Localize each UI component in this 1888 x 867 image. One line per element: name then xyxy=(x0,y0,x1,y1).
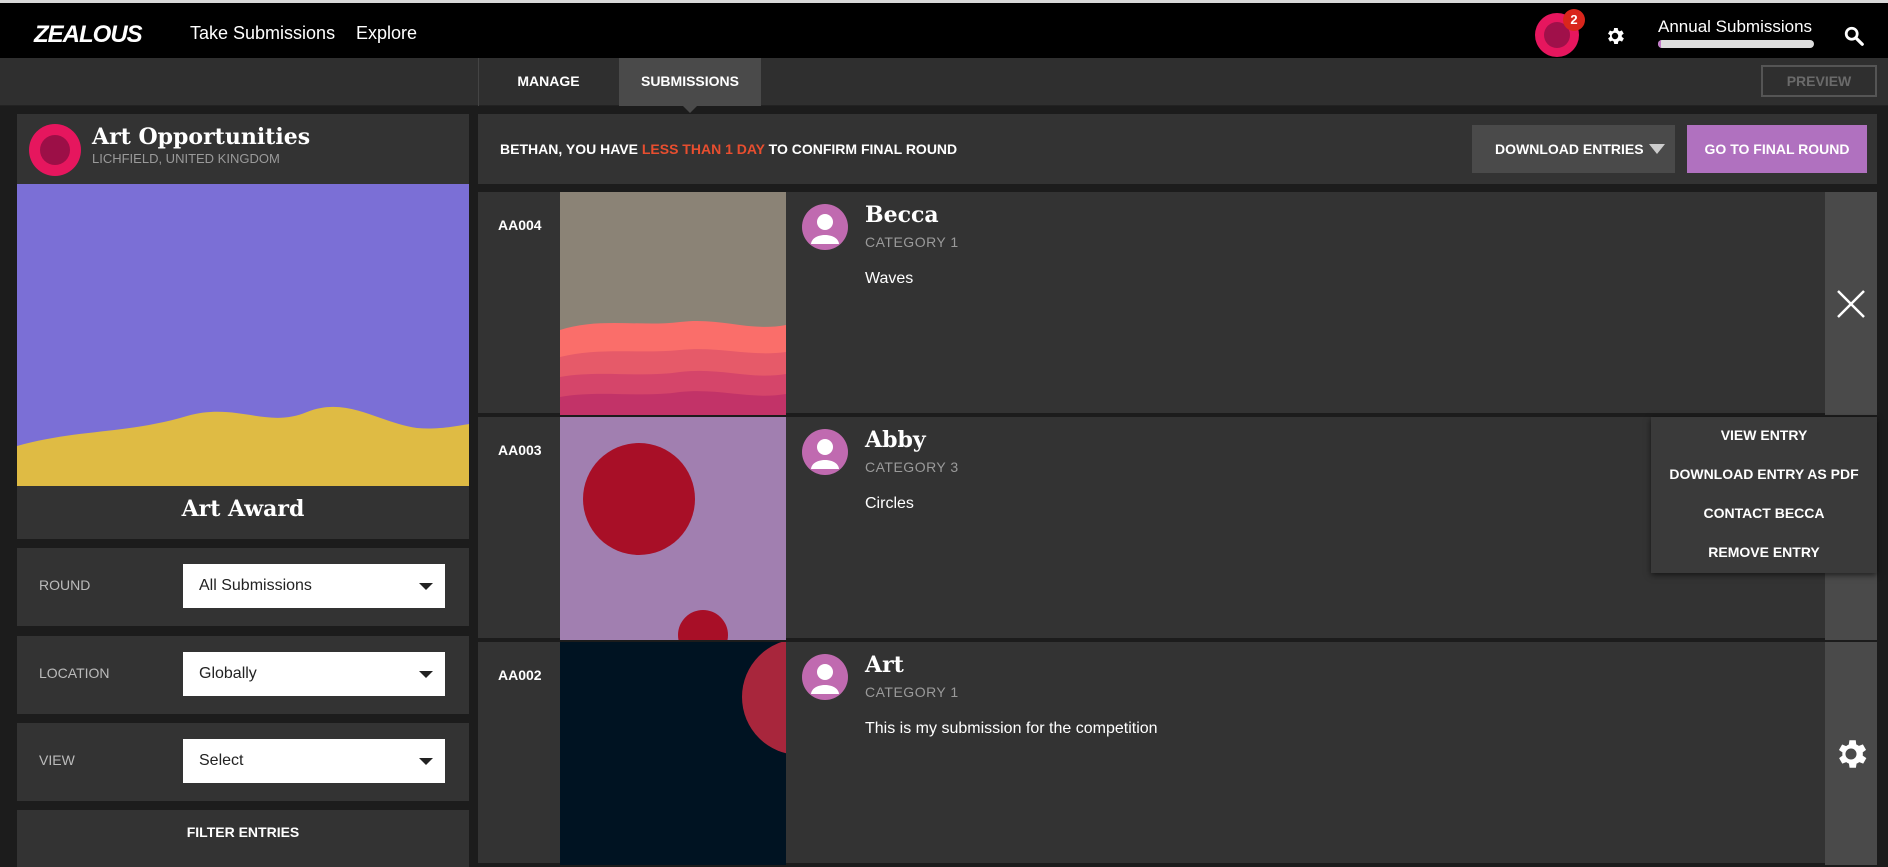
close-icon[interactable] xyxy=(1836,289,1866,319)
menu-remove-entry[interactable]: REMOVE ENTRY xyxy=(1651,543,1877,582)
menu-download-pdf[interactable]: DOWNLOAD ENTRY AS PDF xyxy=(1651,465,1877,504)
menu-view-entry[interactable]: VIEW ENTRY xyxy=(1651,426,1877,465)
settings-gear-icon[interactable] xyxy=(1832,735,1870,773)
tab-manage[interactable]: MANAGE xyxy=(478,58,618,106)
search-icon[interactable] xyxy=(1843,25,1865,47)
chevron-down-icon xyxy=(419,671,433,685)
notification-badge: 2 xyxy=(1563,9,1585,31)
award-title: Art Award xyxy=(181,496,305,522)
view-label: VIEW xyxy=(39,752,75,768)
entrant-avatar xyxy=(802,429,848,475)
organisation-location: LICHFIELD, UNITED KINGDOM xyxy=(92,151,280,166)
entry-id: AA003 xyxy=(498,442,542,458)
deadline-notice-text: BETHAN, YOU HAVE LESS THAN 1 DAY TO CONF… xyxy=(500,141,958,157)
top-bar: ZEALOUS Take Submissions Explore 2 Annua… xyxy=(0,0,1888,58)
location-label: LOCATION xyxy=(39,665,110,681)
entry-thumbnail[interactable] xyxy=(560,642,786,865)
view-filter: VIEW Select xyxy=(17,723,469,801)
entrant-avatar xyxy=(802,204,848,250)
go-to-final-round-button[interactable]: GO TO FINAL ROUND xyxy=(1687,125,1867,173)
user-avatar[interactable]: 2 xyxy=(1535,9,1585,57)
organisation-name: Art Opportunities xyxy=(92,124,311,150)
entrant-avatar xyxy=(802,654,848,700)
round-select-value: All Submissions xyxy=(199,577,312,594)
view-select-value: Select xyxy=(199,752,244,769)
chevron-down-icon xyxy=(419,758,433,772)
sub-navigation: MANAGE SUBMISSIONS PREVIEW xyxy=(0,58,1888,113)
entry-thumbnail[interactable] xyxy=(560,417,786,640)
entry-category: CATEGORY 1 xyxy=(865,234,959,250)
chevron-down-icon xyxy=(419,583,433,597)
organisation-card: Art Opportunities LICHFIELD, UNITED KING… xyxy=(17,114,469,539)
organisation-logo xyxy=(29,124,81,176)
zealous-logo[interactable]: ZEALOUS xyxy=(34,21,143,49)
chevron-down-icon xyxy=(1649,144,1665,162)
award-banner-image xyxy=(17,184,469,486)
entrant-name[interactable]: Becca xyxy=(865,202,939,228)
menu-contact-entrant[interactable]: CONTACT BECCA xyxy=(1651,504,1877,543)
entrant-name[interactable]: Abby xyxy=(865,427,926,453)
round-label: ROUND xyxy=(39,577,91,593)
entry-row[interactable]: AA004 Becca CATEGORY 1 Waves xyxy=(478,192,1877,415)
download-entries-button[interactable]: DOWNLOAD ENTRIES xyxy=(1472,125,1675,173)
entry-category: CATEGORY 1 xyxy=(865,684,959,700)
entry-id: AA002 xyxy=(498,667,542,683)
settings-gear-icon[interactable] xyxy=(1604,25,1626,47)
tab-submissions[interactable]: SUBMISSIONS xyxy=(619,58,761,113)
entry-category: CATEGORY 3 xyxy=(865,459,959,475)
location-select[interactable]: Globally xyxy=(183,652,445,696)
entrant-name[interactable]: Art xyxy=(865,652,904,678)
filter-entries-button[interactable]: FILTER ENTRIES xyxy=(17,810,469,867)
deadline-notice-bar: BETHAN, YOU HAVE LESS THAN 1 DAY TO CONF… xyxy=(478,114,1877,184)
entry-description: Circles xyxy=(865,495,914,512)
round-filter: ROUND All Submissions xyxy=(17,548,469,626)
round-select[interactable]: All Submissions xyxy=(183,564,445,608)
nav-take-submissions[interactable]: Take Submissions xyxy=(190,23,335,44)
entry-actions-menu: VIEW ENTRY DOWNLOAD ENTRY AS PDF CONTACT… xyxy=(1651,417,1877,573)
entry-description: Waves xyxy=(865,270,914,287)
entry-thumbnail[interactable] xyxy=(560,192,786,415)
location-filter: LOCATION Globally xyxy=(17,636,469,714)
entry-actions-toggle[interactable] xyxy=(1825,192,1877,415)
entry-id: AA004 xyxy=(498,217,542,233)
annual-submissions-label[interactable]: Annual Submissions xyxy=(1658,17,1812,37)
location-select-value: Globally xyxy=(199,665,257,682)
annual-progress-bar xyxy=(1658,40,1814,48)
nav-explore[interactable]: Explore xyxy=(356,23,417,44)
entry-row[interactable]: AA002 Art CATEGORY 1 This is my submissi… xyxy=(478,642,1877,865)
preview-button[interactable]: PREVIEW xyxy=(1761,65,1877,97)
deadline-highlight: LESS THAN 1 DAY xyxy=(641,141,765,157)
entry-actions-toggle[interactable] xyxy=(1825,642,1877,865)
view-select[interactable]: Select xyxy=(183,739,445,783)
entry-description: This is my submission for the competitio… xyxy=(865,720,1158,737)
